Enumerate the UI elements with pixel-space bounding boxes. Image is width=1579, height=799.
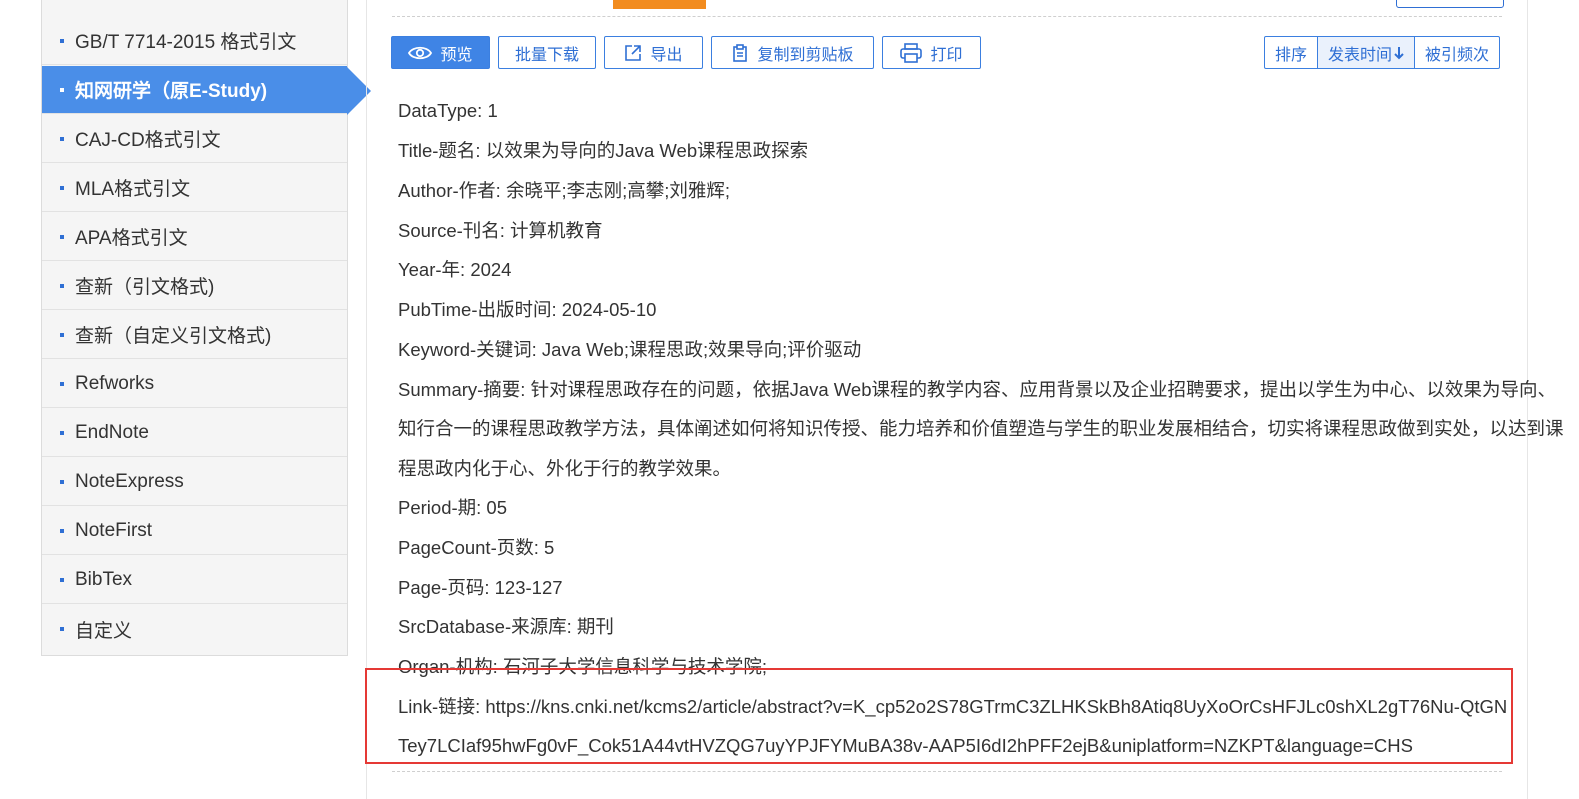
sidebar-item-label: Refworks (75, 372, 155, 394)
sidebar-item-notefirst[interactable]: NoteFirst (42, 507, 347, 555)
sidebar-item-label: NoteExpress (75, 470, 184, 492)
sort-group: 排序 发表时间 被引频次 (1264, 36, 1501, 69)
batch-download-label: 批量下载 (514, 46, 579, 64)
export-label: 导出 (650, 46, 683, 64)
clipboard-icon (733, 43, 748, 62)
sort-label: 排序 (1265, 37, 1317, 68)
divider (392, 16, 1502, 17)
sidebar-item-label: 查新（引文格式) (75, 277, 215, 298)
bullet-icon (60, 38, 64, 43)
record-summary-line2: 知行合一的课程思政教学方法，具体阐述如何将知识传授、能力培养和价值塑造与学生的职… (398, 418, 1564, 439)
bullet-icon (60, 87, 64, 92)
sidebar-item-label: 自定义 (75, 620, 133, 642)
sidebar-item-label: APA格式引文 (75, 228, 188, 249)
record-keyword: Keyword-关键词: Java Web;课程思政;效果导向;评价驱动 (398, 339, 862, 360)
bullet-icon (60, 332, 64, 337)
arrow-down-icon (1394, 46, 1404, 59)
print-label: 打印 (930, 46, 963, 64)
eye-icon (408, 46, 433, 59)
sort-pubtime-label: 发表时间 (1328, 46, 1393, 64)
copy-to-clipboard-button[interactable]: 复制到剪贴板 (711, 36, 874, 69)
sort-by-pubtime-button[interactable]: 发表时间 (1317, 37, 1415, 68)
bullet-icon (60, 381, 64, 386)
citation-format-sidebar: GB/T 7714-2015 格式引文 知网研学（原E-Study) CAJ-C… (41, 0, 348, 656)
record-period: Period-期: 05 (398, 497, 507, 518)
record-year: Year-年: 2024 (398, 259, 512, 280)
record-title: Title-题名: 以效果为导向的Java Web课程思政探索 (398, 140, 809, 161)
sidebar-item-bibtex[interactable]: BibTex (42, 556, 347, 604)
sidebar-item-label: 知网研学（原E-Study) (75, 81, 268, 102)
export-button[interactable]: 导出 (604, 36, 703, 69)
sidebar-item-novelty-citation[interactable]: 查新（引文格式) (42, 262, 347, 310)
bullet-icon (60, 577, 64, 582)
bullet-icon (60, 185, 64, 190)
sidebar-item-label: CAJ-CD格式引文 (75, 130, 221, 151)
bullet-icon (60, 234, 64, 239)
preview-button[interactable]: 预览 (391, 36, 490, 69)
sidebar-item-gbt7714[interactable]: GB/T 7714-2015 格式引文 (42, 17, 347, 65)
bullet-icon (60, 528, 64, 533)
bullet-icon (60, 430, 64, 435)
divider (392, 771, 1502, 772)
bullet-icon (60, 479, 64, 484)
record-srcdatabase: SrcDatabase-来源库: 期刊 (398, 616, 614, 637)
copy-label: 复制到剪贴板 (757, 46, 854, 64)
sidebar-item-noteexpress[interactable]: NoteExpress (42, 458, 347, 506)
sidebar-item-cajcd[interactable]: CAJ-CD格式引文 (42, 115, 347, 163)
bullet-icon (60, 283, 64, 288)
sort-label-text: 排序 (1275, 46, 1308, 64)
top-orange-tab-fragment (613, 0, 706, 9)
record-pubtime: PubTime-出版时间: 2024-05-10 (398, 299, 657, 320)
sidebar-item-label: BibTex (75, 568, 133, 590)
printer-icon (900, 42, 923, 63)
top-button-fragment (1396, 0, 1504, 8)
sidebar-item-label: EndNote (75, 421, 149, 443)
sidebar-item-label: GB/T 7714-2015 格式引文 (75, 32, 297, 53)
batch-download-button[interactable]: 批量下载 (498, 36, 596, 69)
record-summary-line1: Summary-摘要: 针对课程思政存在的问题，依据Java Web课程的教学内… (398, 379, 1557, 400)
bullet-icon (60, 627, 64, 631)
sidebar-item-estudy[interactable]: 知网研学（原E-Study) (42, 66, 347, 114)
sidebar-item-apa[interactable]: APA格式引文 (42, 213, 347, 261)
sidebar-item-mla[interactable]: MLA格式引文 (42, 164, 347, 212)
sort-cited-label: 被引频次 (1425, 46, 1490, 64)
sidebar-item-label: MLA格式引文 (75, 179, 191, 200)
sidebar-item-label: 查新（自定义引文格式) (75, 326, 272, 347)
sidebar-item-refworks[interactable]: Refworks (42, 360, 347, 408)
record-author: Author-作者: 余晓平;李志刚;高攀;刘雅辉; (398, 180, 731, 201)
record-source: Source-刊名: 计算机教育 (398, 220, 603, 241)
sidebar-item-label: NoteFirst (75, 519, 153, 541)
sidebar-item-endnote[interactable]: EndNote (42, 409, 347, 457)
export-icon (625, 44, 642, 61)
record-summary-line3: 程思政内化于心、外化于行的教学效果。 (398, 458, 732, 479)
sort-by-cited-button[interactable]: 被引频次 (1414, 37, 1499, 68)
print-button[interactable]: 打印 (882, 36, 981, 69)
record-datatype: DataType: 1 (398, 100, 498, 121)
link-highlight-box (365, 668, 1513, 764)
record-page: Page-页码: 123-127 (398, 577, 563, 598)
sidebar-item-novelty-custom[interactable]: 查新（自定义引文格式) (42, 311, 347, 359)
record-pagecount: PageCount-页数: 5 (398, 537, 555, 558)
bullet-icon (60, 136, 64, 141)
preview-label: 预览 (440, 46, 473, 64)
sidebar-item-custom[interactable]: 自定义 (42, 605, 347, 653)
